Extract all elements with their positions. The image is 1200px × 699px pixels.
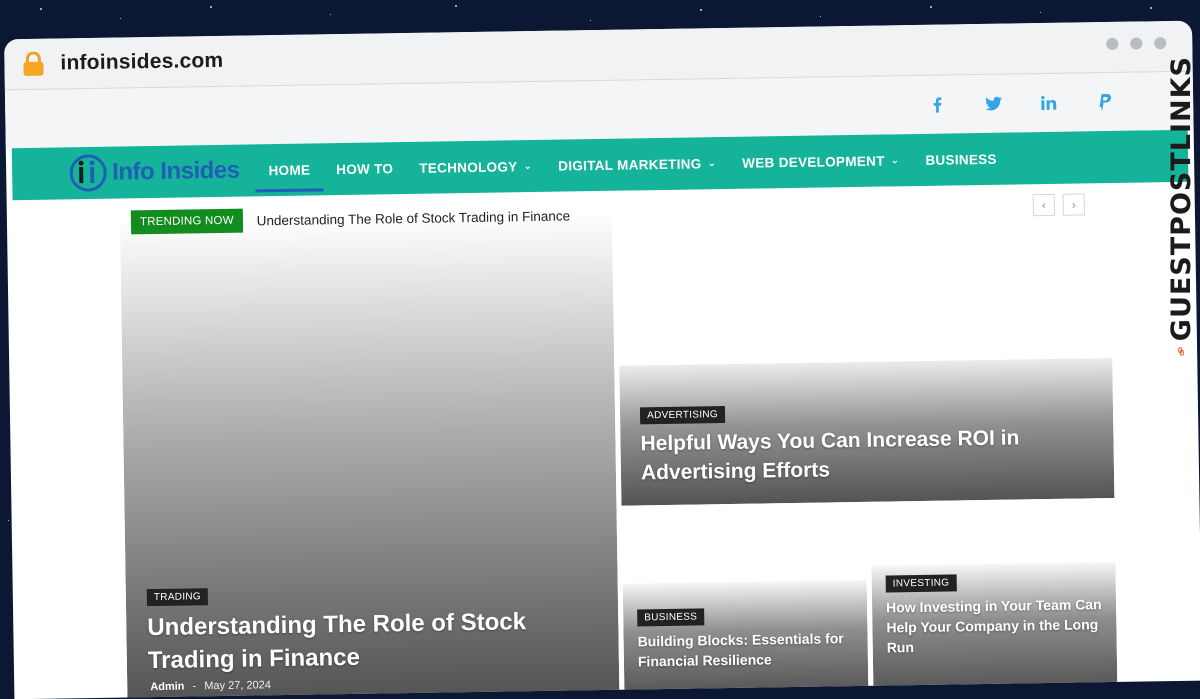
featured-post-main[interactable]: TRADING Understanding The Role of Stock … [119,211,620,699]
window-controls [1106,37,1167,51]
logo-mark-icon [69,154,107,192]
window-dot[interactable] [1130,37,1143,50]
post-title[interactable]: Understanding The Role of Stock Trading … [147,605,568,678]
featured-grid: TRADING Understanding The Role of Stock … [119,204,1118,699]
post-title[interactable]: Helpful Ways You Can Increase ROI in Adv… [640,423,1061,488]
post-category[interactable]: ADVERTISING [639,406,726,425]
nav-label: BUSINESS [925,151,997,168]
nav-item-web-development[interactable]: WEB DEVELOPMENT ⌄ [729,134,913,189]
nav-item-technology[interactable]: TECHNOLOGY ⌄ [406,140,546,194]
guestpostlinks-brand: GUESTPOSTLINKS [1156,56,1200,356]
post-title[interactable]: How Investing in Your Team Can Help Your… [886,594,1107,657]
nav-label: TECHNOLOGY [419,158,518,176]
link-icon [1178,347,1184,356]
logo-text: Info Insides [111,156,240,186]
featured-post-top-right[interactable]: ADVERTISING Helpful Ways You Can Increas… [619,357,1115,506]
post-title[interactable]: Building Blocks: Essentials for Financia… [637,628,853,671]
post-author[interactable]: Admin [150,681,184,694]
post-date: May 27, 2024 [204,679,272,693]
meta-separator: - [192,680,197,693]
brand-text: GUESTPOSTLINKS [1165,56,1197,342]
site-logo[interactable]: Info Insides [68,151,240,194]
paypal-icon[interactable] [1077,93,1133,112]
browser-window: infoinsides.com Info Insides HOME HOW TO… [4,20,1200,699]
chevron-down-icon: ⌄ [707,157,717,169]
nav-label: WEB DEVELOPMENT [742,153,885,171]
linkedin-icon[interactable] [1021,93,1077,112]
url-text[interactable]: infoinsides.com [60,49,223,76]
window-dot[interactable] [1106,37,1119,51]
post-category[interactable]: TRADING [146,588,209,607]
nav-item-business[interactable]: BUSINESS [912,133,1010,187]
nav-item-how-to[interactable]: HOW TO [323,142,407,195]
chevron-down-icon: ⌄ [523,160,533,172]
post-category[interactable]: BUSINESS [637,608,705,627]
lock-icon [22,51,44,76]
nav-label: HOME [268,162,311,178]
post-meta: Admin - May 27, 2024 [150,679,271,693]
nav-label: DIGITAL MARKETING [558,155,702,174]
post-category[interactable]: INVESTING [885,574,957,593]
featured-post-bottom-right[interactable]: INVESTING How Investing in Your Team Can… [871,561,1118,688]
nav-label: HOW TO [336,160,394,177]
nav-item-home[interactable]: HOME [255,143,324,196]
featured-post-bottom-left[interactable]: BUSINESS Building Blocks: Essentials for… [622,579,869,692]
window-dot[interactable] [1154,37,1167,50]
facebook-icon[interactable] [909,95,965,114]
twitter-icon[interactable] [965,94,1021,113]
nav-item-digital-marketing[interactable]: DIGITAL MARKETING ⌄ [545,137,730,192]
chevron-down-icon: ⌄ [890,154,900,166]
